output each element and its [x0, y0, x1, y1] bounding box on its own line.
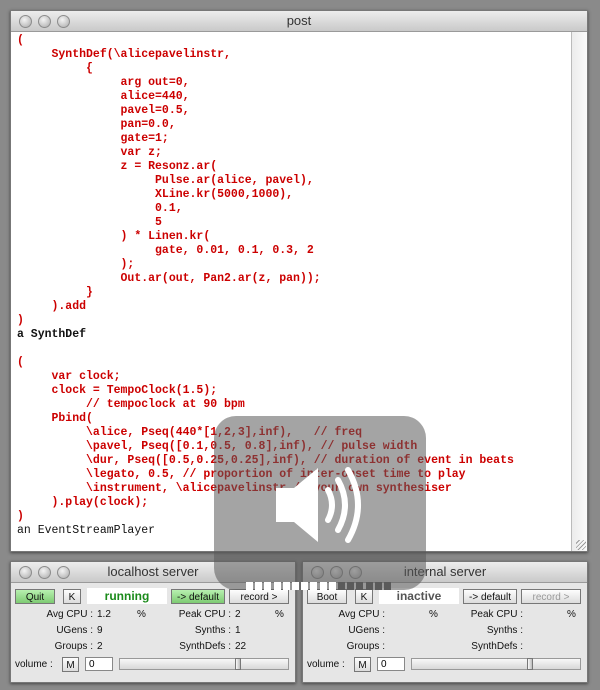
- volume-label: volume :: [15, 659, 53, 670]
- mute-button[interactable]: M: [354, 657, 371, 672]
- peak-cpu-label: Peak CPU :: [178, 609, 231, 620]
- post-line: ).play(clock);: [17, 496, 149, 509]
- post-line: (: [17, 34, 24, 47]
- post-line: z = Resonz.ar(: [17, 160, 218, 173]
- synths-label: Synths :: [194, 625, 231, 636]
- peak-cpu-label: Peak CPU :: [470, 609, 523, 620]
- post-line: pavel=0.5,: [17, 104, 190, 117]
- server-status: running: [87, 588, 167, 604]
- volume-hud-overlay: [214, 416, 426, 590]
- avg-cpu-percent: %: [137, 609, 146, 620]
- avg-cpu-percent: %: [429, 609, 438, 620]
- post-line: SynthDef(\alicepavelinstr,: [17, 48, 231, 61]
- make-default-button[interactable]: -> default: [463, 589, 517, 604]
- synthdefs-label: SynthDefs :: [179, 641, 231, 652]
- volume-level-segment: [246, 582, 253, 590]
- post-line: an EventStreamPlayer: [17, 524, 156, 537]
- synths-value: 1: [235, 625, 241, 636]
- post-line: var clock;: [17, 370, 121, 383]
- volume-slider-knob[interactable]: [527, 658, 533, 670]
- volume-level-segment: [310, 582, 318, 590]
- volume-level-segment: [292, 582, 299, 590]
- volume-level-segment: [338, 582, 345, 590]
- volume-slider[interactable]: [119, 658, 289, 670]
- post-line: pan=0.0,: [17, 118, 176, 131]
- volume-level-bar: [246, 582, 396, 590]
- post-line: var z;: [17, 146, 162, 159]
- volume-level-segment: [356, 582, 364, 590]
- volume-level-segment: [255, 582, 263, 590]
- post-line: ).add: [17, 300, 87, 313]
- peak-cpu-value: 2: [235, 609, 241, 620]
- volume-level-segment: [328, 582, 336, 590]
- post-line: 5: [17, 216, 162, 229]
- make-default-button[interactable]: -> default: [171, 589, 225, 604]
- ugens-label: UGens :: [56, 625, 93, 636]
- kill-button[interactable]: K: [63, 589, 81, 604]
- server-status: inactive: [379, 588, 459, 604]
- post-line: XLine.kr(5000,1000),: [17, 188, 294, 201]
- groups-label: Groups :: [54, 641, 93, 652]
- quit-button[interactable]: Quit: [15, 589, 55, 604]
- volume-number-field[interactable]: 0: [85, 657, 113, 671]
- post-titlebar[interactable]: post: [11, 11, 587, 32]
- post-line: );: [17, 258, 135, 271]
- volume-level-segment: [301, 582, 309, 590]
- volume-level-segment: [365, 582, 373, 590]
- record-button[interactable]: record >: [229, 589, 289, 604]
- mute-button[interactable]: M: [62, 657, 79, 672]
- post-line: ) * Linen.kr(: [17, 230, 211, 243]
- volume-level-segment: [384, 582, 391, 590]
- post-line: a SynthDef: [17, 328, 87, 341]
- post-line: ): [17, 314, 24, 327]
- volume-level-segment: [374, 582, 382, 590]
- post-line: 0.1,: [17, 202, 183, 215]
- avg-cpu-value: 1.2: [97, 609, 111, 620]
- post-line: alice=440,: [17, 90, 190, 103]
- vertical-scrollbar[interactable]: [571, 32, 587, 551]
- speaker-icon: [276, 467, 361, 543]
- volume-label: volume :: [307, 659, 345, 670]
- volume-level-segment: [273, 582, 281, 590]
- synths-label: Synths :: [486, 625, 523, 636]
- avg-cpu-label: Avg CPU :: [338, 609, 386, 620]
- kill-button[interactable]: K: [355, 589, 373, 604]
- volume-level-segment: [282, 582, 290, 590]
- record-button[interactable]: record >: [521, 589, 581, 604]
- post-line: gate=1;: [17, 132, 169, 145]
- post-window-title: post: [286, 13, 312, 28]
- groups-label: Groups :: [346, 641, 385, 652]
- peak-cpu-percent: %: [567, 609, 576, 620]
- boot-button[interactable]: Boot: [307, 589, 347, 604]
- volume-level-segment: [264, 582, 272, 590]
- post-line: Pulse.ar(alice, pavel),: [17, 174, 314, 187]
- post-line: arg out=0,: [17, 76, 190, 89]
- post-line: Out.ar(out, Pan2.ar(z, pan));: [17, 272, 321, 285]
- volume-level-segment: [347, 582, 355, 590]
- groups-value: 2: [97, 641, 103, 652]
- volume-level-segment: [319, 582, 327, 590]
- avg-cpu-label: Avg CPU :: [46, 609, 94, 620]
- volume-slider[interactable]: [411, 658, 581, 670]
- synthdefs-label: SynthDefs :: [471, 641, 523, 652]
- ugens-label: UGens :: [348, 625, 385, 636]
- post-line: clock = TempoClock(1.5);: [17, 384, 218, 397]
- volume-number-field[interactable]: 0: [377, 657, 405, 671]
- ugens-value: 9: [97, 625, 103, 636]
- post-line: ): [17, 510, 24, 523]
- synthdefs-value: 22: [235, 641, 247, 652]
- post-line: gate, 0.01, 0.1, 0.3, 2: [17, 244, 314, 257]
- post-line: {: [17, 62, 93, 75]
- post-line: Pbind(: [17, 412, 93, 425]
- volume-slider-knob[interactable]: [235, 658, 241, 670]
- post-line: }: [17, 286, 93, 299]
- resize-grip-icon[interactable]: [576, 540, 586, 550]
- post-line: (: [17, 356, 24, 369]
- peak-cpu-percent: %: [275, 609, 284, 620]
- post-line: // tempoclock at 90 bpm: [17, 398, 245, 411]
